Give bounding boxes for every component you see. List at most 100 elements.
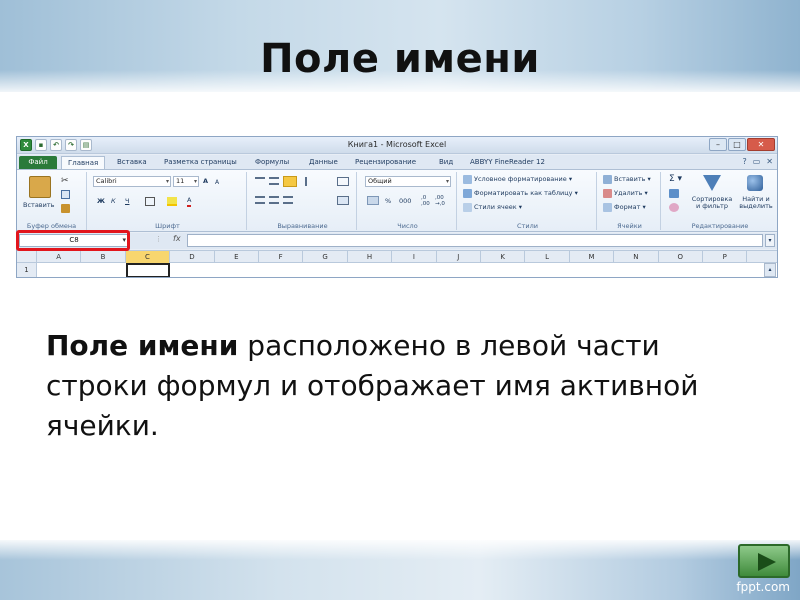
- column-header[interactable]: H: [348, 251, 393, 263]
- help-icon[interactable]: ?: [742, 157, 746, 166]
- group-label-alignment: Выравнивание: [277, 222, 328, 230]
- font-color-icon[interactable]: A: [187, 196, 192, 207]
- slide: Поле имени X ▪ ↶ ↷ ▤ Книга1 - Microsoft …: [0, 0, 800, 600]
- select-all-corner[interactable]: [17, 251, 37, 263]
- delete-cells-button[interactable]: Удалить ▾: [603, 188, 648, 199]
- slide-description: Поле имени расположено в левой части стр…: [46, 326, 746, 446]
- column-header[interactable]: J: [437, 251, 481, 263]
- column-header[interactable]: P: [703, 251, 748, 263]
- maximize-icon[interactable]: □: [728, 138, 746, 151]
- increase-decimal-icon[interactable]: ,0,00: [421, 195, 430, 207]
- group-label-styles: Стили: [517, 222, 538, 230]
- group-font: Calibri 11 A A Ж К Ч A Шрифт: [89, 172, 247, 230]
- align-middle-icon[interactable]: [269, 177, 279, 185]
- tab-page-layout[interactable]: Разметка страницы: [164, 156, 237, 169]
- format-as-table-button[interactable]: Форматировать как таблицу ▾: [463, 188, 578, 199]
- cut-icon[interactable]: ✂: [61, 176, 69, 186]
- group-label-font: Шрифт: [155, 222, 180, 230]
- tab-home[interactable]: Главная: [61, 156, 106, 169]
- borders-icon[interactable]: [145, 197, 155, 206]
- column-header[interactable]: O: [659, 251, 703, 263]
- tab-abbyy[interactable]: ABBYY FineReader 12: [470, 156, 545, 169]
- minimize-ribbon-icon[interactable]: ▭: [753, 157, 761, 166]
- column-header[interactable]: C: [125, 251, 171, 263]
- tab-file[interactable]: Файл: [19, 156, 57, 169]
- scroll-up-icon[interactable]: ▴: [764, 263, 776, 277]
- align-left-icon[interactable]: [255, 196, 265, 204]
- italic-button[interactable]: К: [111, 196, 116, 207]
- group-label-clipboard: Буфер обмена: [26, 222, 77, 230]
- decrease-decimal-icon[interactable]: ,00 →,0: [435, 195, 445, 207]
- minimize-icon[interactable]: –: [709, 138, 727, 151]
- bottom-band: [0, 540, 800, 600]
- wrap-text-icon[interactable]: [337, 177, 349, 186]
- expand-formula-bar-icon[interactable]: ▾: [765, 234, 775, 247]
- copy-icon[interactable]: [61, 190, 70, 199]
- sort-filter-button[interactable]: Сортировка и фильтр: [689, 196, 735, 212]
- excel-window: X ▪ ↶ ↷ ▤ Книга1 - Microsoft Excel – □ ✕…: [16, 136, 778, 278]
- column-header[interactable]: K: [481, 251, 526, 263]
- active-cell[interactable]: [125, 263, 171, 277]
- column-header[interactable]: G: [303, 251, 348, 263]
- tab-insert[interactable]: Вставка: [117, 156, 147, 169]
- currency-format-icon[interactable]: [367, 196, 379, 205]
- column-header[interactable]: A: [37, 251, 82, 263]
- percent-icon[interactable]: %: [385, 196, 391, 207]
- font-size-select[interactable]: 11: [173, 176, 199, 187]
- sort-filter-icon[interactable]: [703, 175, 721, 191]
- column-header[interactable]: I: [392, 251, 437, 263]
- insert-function-icon[interactable]: fx: [173, 234, 181, 243]
- close-icon[interactable]: ✕: [747, 138, 775, 151]
- column-header[interactable]: F: [259, 251, 304, 263]
- column-header[interactable]: N: [614, 251, 659, 263]
- conditional-format-button[interactable]: Условное форматирование ▾: [463, 174, 572, 185]
- ribbon: Вставить ✂ Буфер обмена Calibri 11 A A Ж…: [17, 169, 777, 232]
- grow-font-icon[interactable]: A: [203, 176, 208, 187]
- formula-input[interactable]: [187, 234, 763, 247]
- fill-color-icon[interactable]: [167, 197, 177, 206]
- fill-icon[interactable]: [669, 189, 679, 198]
- align-bottom-icon[interactable]: [283, 176, 297, 187]
- insert-cells-button[interactable]: Вставить ▾: [603, 174, 651, 185]
- shrink-font-icon[interactable]: A: [215, 177, 219, 188]
- group-styles: Условное форматирование ▾ Форматировать …: [459, 172, 597, 230]
- paste-button[interactable]: Вставить: [23, 200, 54, 211]
- number-format-select[interactable]: Общий: [365, 176, 451, 187]
- tab-formulas[interactable]: Формулы: [255, 156, 289, 169]
- column-header[interactable]: E: [215, 251, 259, 263]
- window-title: Книга1 - Microsoft Excel: [347, 140, 447, 149]
- tab-view[interactable]: Вид: [439, 156, 453, 169]
- paste-icon[interactable]: [29, 176, 51, 198]
- table-row: 1: [17, 263, 777, 277]
- align-right-icon[interactable]: [283, 196, 293, 204]
- find-select-button[interactable]: Найти и выделить: [737, 196, 775, 212]
- align-top-icon[interactable]: [255, 177, 265, 185]
- column-header[interactable]: L: [525, 251, 570, 263]
- format-cells-button[interactable]: Формат ▾: [603, 202, 646, 213]
- close-workbook-icon[interactable]: ✕: [766, 157, 773, 166]
- column-header[interactable]: B: [81, 251, 126, 263]
- formula-bar: C8 ⋮ fx ▾: [17, 233, 777, 249]
- row-header[interactable]: 1: [17, 263, 37, 277]
- merge-center-icon[interactable]: [337, 196, 349, 205]
- tab-review[interactable]: Рецензирование: [355, 156, 416, 169]
- orientation-icon[interactable]: [305, 177, 315, 186]
- font-name-select[interactable]: Calibri: [93, 176, 171, 187]
- autosum-icon[interactable]: Σ ▾: [669, 174, 682, 185]
- group-cells: Вставить ▾ Удалить ▾ Формат ▾ Ячейки: [599, 172, 661, 230]
- ribbon-right-controls: ? ▭ ✕: [742, 157, 773, 166]
- align-center-icon[interactable]: [269, 196, 279, 204]
- group-number: Общий % 000 ,0,00 ,00→,0 Число: [359, 172, 457, 230]
- tab-data[interactable]: Данные: [309, 156, 338, 169]
- bold-button[interactable]: Ж: [97, 196, 105, 207]
- find-select-icon[interactable]: [747, 175, 763, 191]
- underline-button[interactable]: Ч: [125, 196, 129, 207]
- next-slide-button[interactable]: [738, 544, 790, 578]
- column-header[interactable]: D: [170, 251, 215, 263]
- column-header[interactable]: M: [570, 251, 615, 263]
- group-clipboard: Вставить ✂ Буфер обмена: [17, 172, 87, 230]
- format-painter-icon[interactable]: [61, 204, 70, 213]
- clear-icon[interactable]: [669, 203, 679, 212]
- cell-styles-button[interactable]: Стили ячеек ▾: [463, 202, 522, 213]
- comma-style-icon[interactable]: 000: [399, 196, 411, 207]
